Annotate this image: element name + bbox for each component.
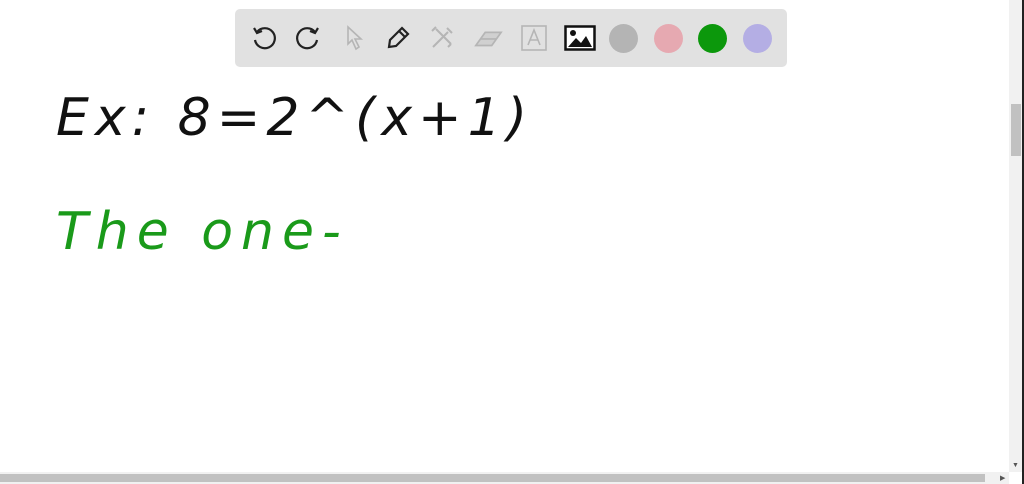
color-swatch-green[interactable]	[698, 24, 727, 53]
undo-button[interactable]	[249, 23, 279, 53]
pen-icon	[387, 26, 410, 49]
handwriting-line-2: The one-	[56, 202, 349, 262]
select-tool-button[interactable]	[339, 23, 369, 53]
undo-icon	[253, 27, 276, 50]
redo-button[interactable]	[293, 23, 323, 53]
cursor-icon	[347, 25, 364, 51]
scroll-right-arrow-icon[interactable]: ▶	[1000, 474, 1005, 482]
vertical-scrollbar-thumb[interactable]	[1011, 104, 1021, 156]
color-swatch-lavender[interactable]	[743, 24, 772, 53]
handwriting-line-1: Ex: 8=2^(x+1)	[56, 88, 533, 148]
tools-button[interactable]	[427, 23, 457, 53]
color-swatch-pink[interactable]	[654, 24, 683, 53]
image-tool-button[interactable]	[563, 23, 597, 53]
vertical-scrollbar[interactable]: ▼	[1009, 0, 1022, 472]
horizontal-scrollbar-thumb[interactable]	[0, 474, 985, 482]
eraser-tool-button[interactable]	[473, 23, 503, 53]
horizontal-scrollbar[interactable]: ▶	[0, 472, 1009, 484]
redo-icon	[296, 27, 319, 50]
eraser-icon	[474, 31, 503, 47]
drawing-toolbar	[235, 9, 787, 67]
pen-tool-button[interactable]	[383, 23, 413, 53]
color-swatch-gray[interactable]	[609, 24, 638, 53]
scroll-down-arrow-icon[interactable]: ▼	[1012, 462, 1019, 469]
text-tool-button[interactable]	[519, 23, 549, 53]
tools-icon	[431, 26, 453, 48]
whiteboard-canvas[interactable]: Ex: 8=2^(x+1) The one-	[0, 0, 1008, 472]
text-box-icon	[521, 25, 547, 51]
image-icon	[564, 25, 596, 51]
